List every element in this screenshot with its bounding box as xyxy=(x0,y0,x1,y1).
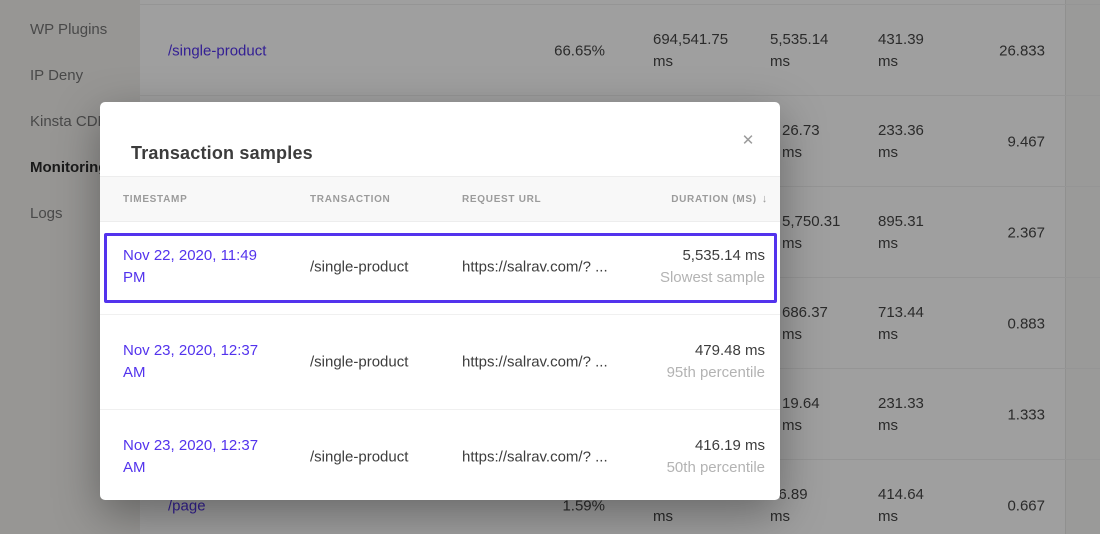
request-url-cell: https://salrav.com/? ... xyxy=(462,353,608,371)
column-header-request-url: REQUEST URL xyxy=(462,193,542,205)
timestamp-link[interactable]: Nov 23, 2020, 12:37 AM xyxy=(123,340,278,384)
sample-row-95th[interactable]: Nov 23, 2020, 12:37 AM /single-product h… xyxy=(100,315,780,410)
duration-cell: 5,535.14 ms Slowest sample xyxy=(660,245,765,289)
transaction-cell: /single-product xyxy=(310,258,409,276)
duration-cell: 416.19 ms 50th percentile xyxy=(667,435,765,479)
timestamp-link[interactable]: Nov 22, 2020, 11:49 PM xyxy=(123,245,278,289)
duration-value: 479.48 ms xyxy=(694,342,765,359)
duration-cell: 479.48 ms 95th percentile xyxy=(667,340,765,384)
request-url-cell: https://salrav.com/? ... xyxy=(462,258,608,276)
column-header-transaction: TRANSACTION xyxy=(310,193,391,205)
timestamp-link[interactable]: Nov 23, 2020, 12:37 AM xyxy=(123,435,278,479)
duration-value: 416.19 ms xyxy=(694,437,765,454)
modal-table-header: TIMESTAMP TRANSACTION REQUEST URL DURATI… xyxy=(100,176,780,222)
column-header-duration[interactable]: DURATION (MS) ↓ xyxy=(671,177,768,221)
duration-label: 50th percentile xyxy=(666,459,765,476)
modal-rows: Nov 22, 2020, 11:49 PM /single-product h… xyxy=(100,220,780,500)
column-header-timestamp: TIMESTAMP xyxy=(123,193,188,205)
request-url-cell: https://salrav.com/? ... xyxy=(462,448,608,466)
duration-label: 95th percentile xyxy=(666,364,765,381)
sort-desc-icon: ↓ xyxy=(761,193,768,205)
app-window: WP Plugins IP Deny Kinsta CDN Monitoring… xyxy=(0,0,1100,534)
duration-label: Slowest sample xyxy=(659,269,765,286)
duration-value: 5,535.14 ms xyxy=(682,247,765,264)
transaction-cell: /single-product xyxy=(310,353,409,371)
transaction-samples-modal: Transaction samples ✕ TIMESTAMP TRANSACT… xyxy=(100,102,780,500)
transaction-cell: /single-product xyxy=(310,448,409,466)
modal-title: Transaction samples xyxy=(131,142,313,163)
column-header-duration-label: DURATION (MS) xyxy=(671,193,757,205)
sample-row-50th[interactable]: Nov 23, 2020, 12:37 AM /single-product h… xyxy=(100,410,780,504)
close-icon[interactable]: ✕ xyxy=(736,128,760,152)
sample-row-slowest[interactable]: Nov 22, 2020, 11:49 PM /single-product h… xyxy=(100,220,780,315)
